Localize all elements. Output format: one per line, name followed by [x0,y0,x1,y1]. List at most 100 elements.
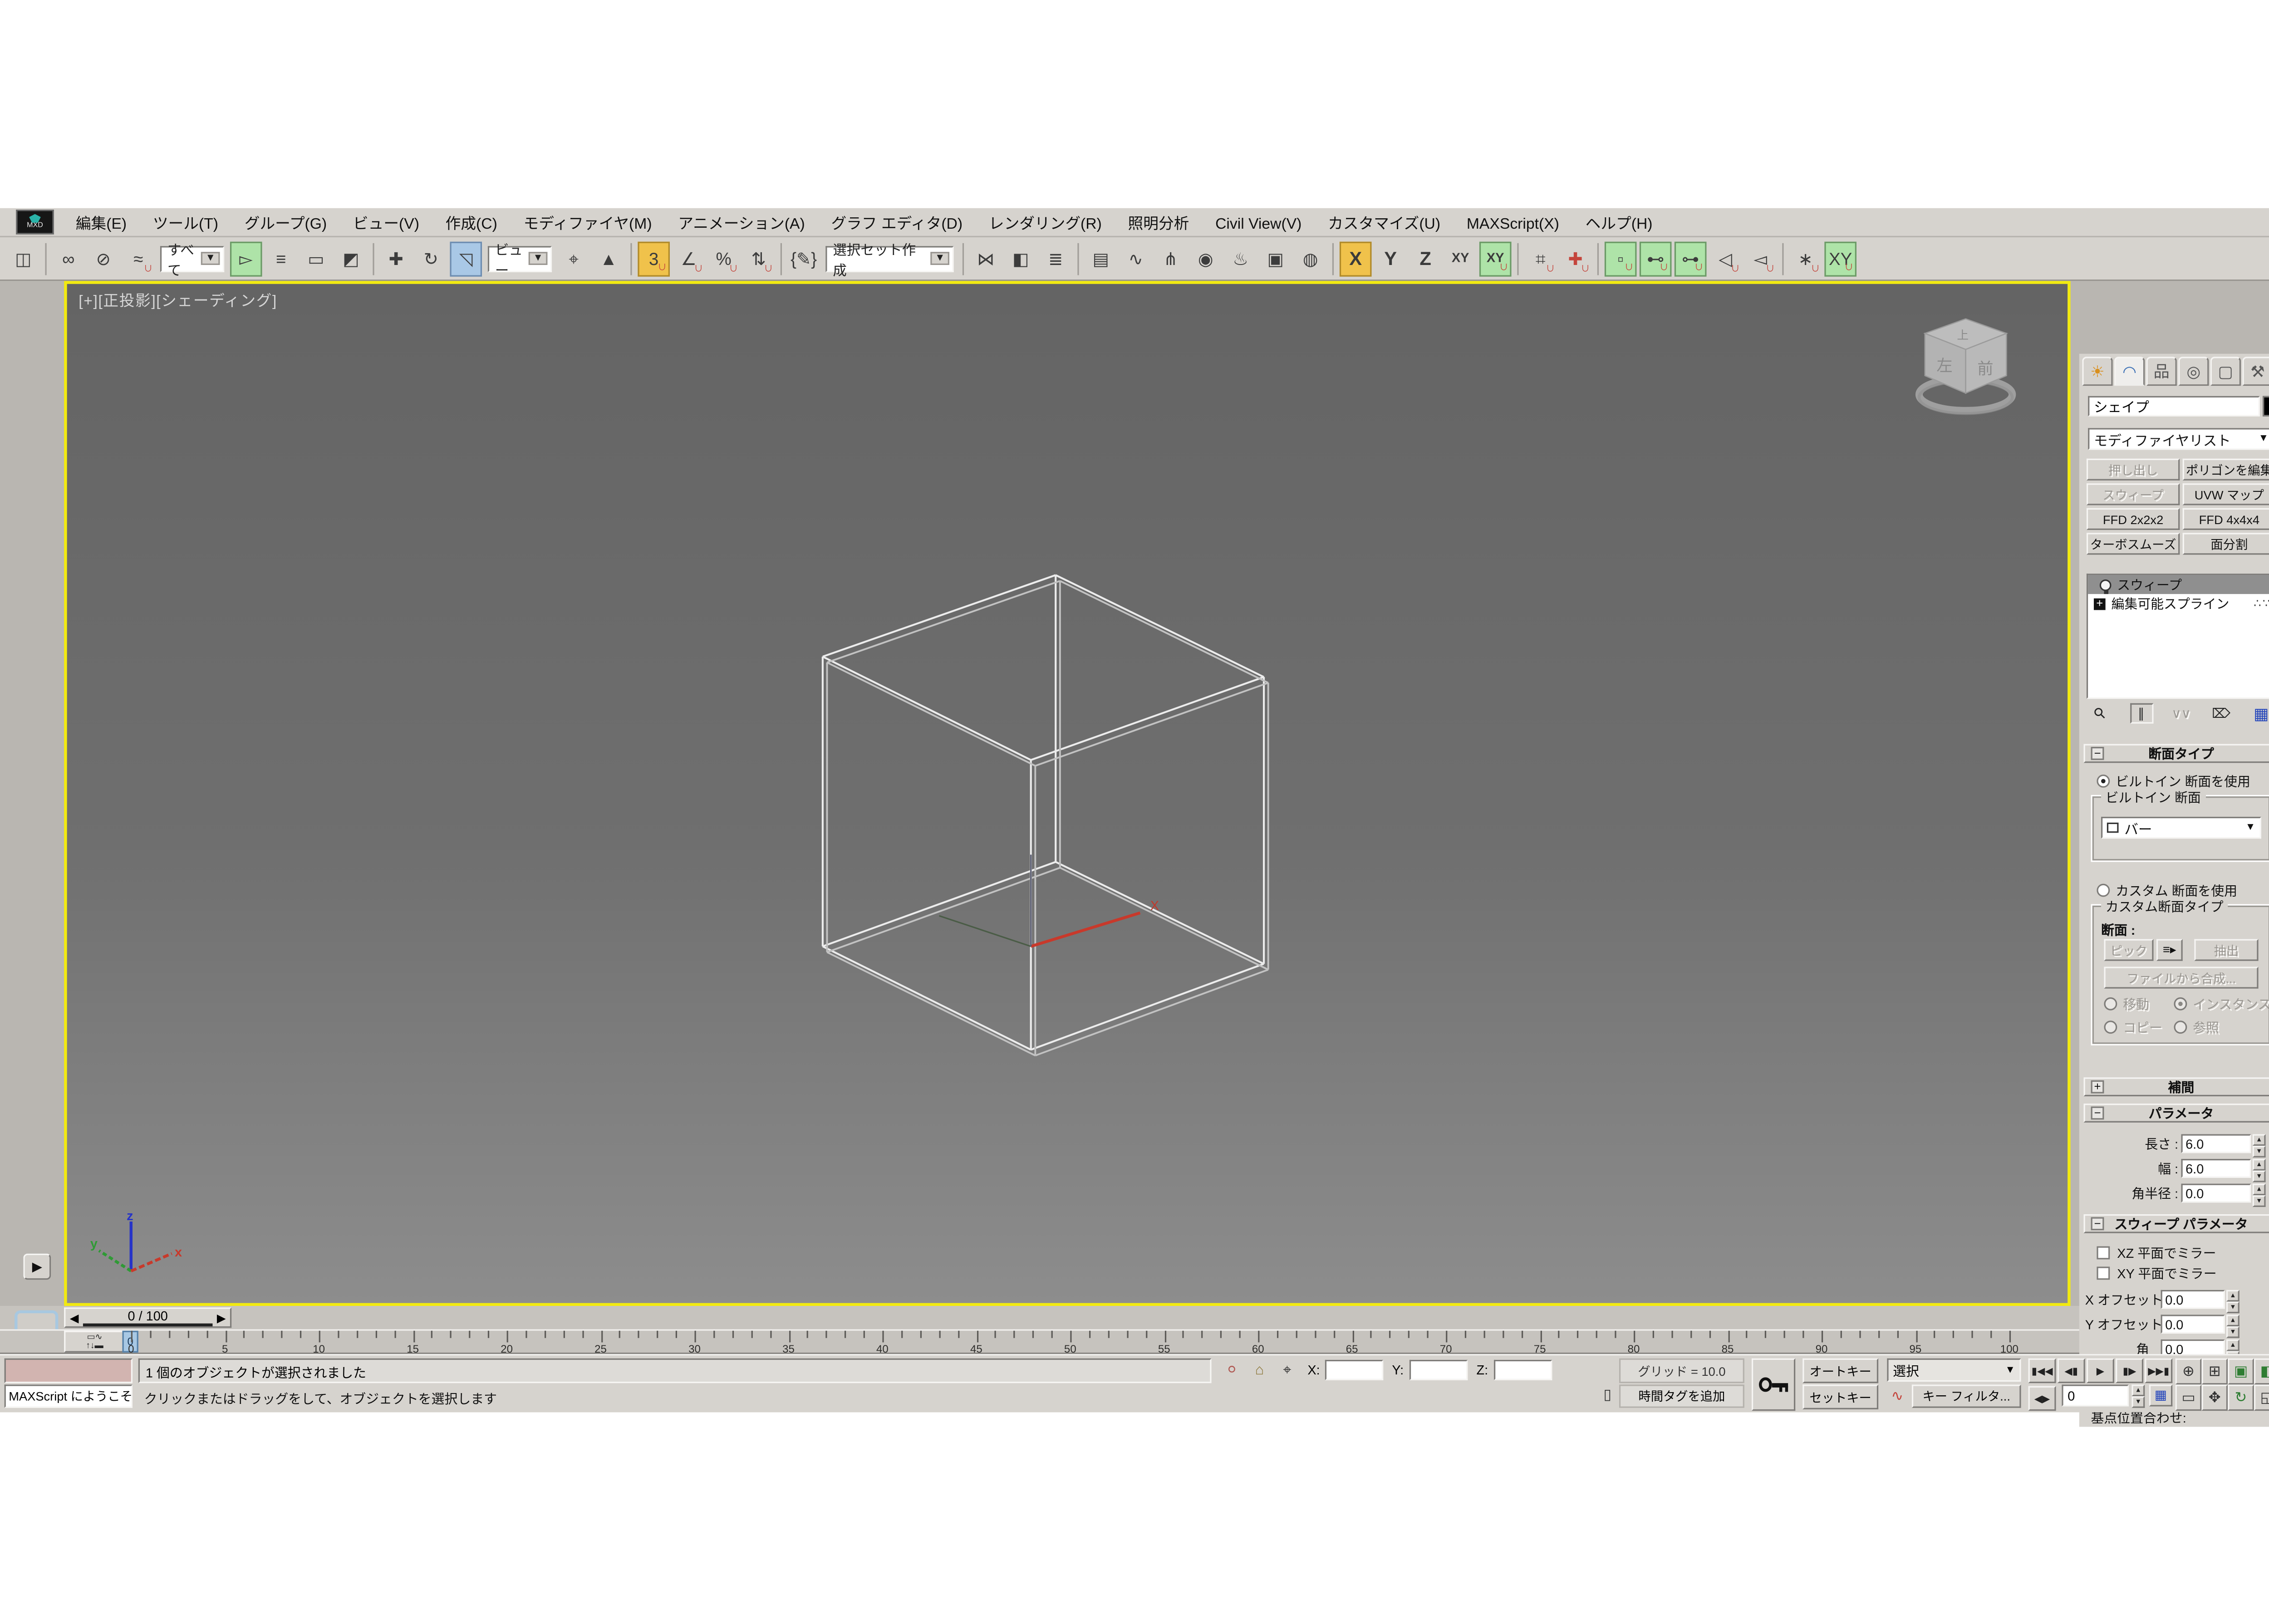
radio-move[interactable]: 移動 [2104,994,2149,1013]
menu-customize[interactable]: カスタマイズ(U) [1315,212,1454,235]
select-object-icon[interactable]: ▻ [230,241,262,276]
play-button[interactable]: ▶ [2087,1359,2114,1384]
frame-spinner[interactable]: ▲▼ [2131,1384,2145,1403]
schematic-view-icon[interactable]: ⋔ [1154,241,1187,276]
menu-rendering[interactable]: レンダリング(R) [976,212,1115,235]
next-frame-button[interactable]: ▮▶ [2116,1359,2143,1384]
select-and-rotate-icon[interactable]: ↻ [415,241,447,276]
snap-grid-points-icon[interactable]: ⌗∩ [1524,241,1557,276]
tab-motion[interactable]: ◎ [2178,357,2209,386]
isolate-lightbulb-icon[interactable]: ⚪ [1220,1360,1243,1382]
width-field[interactable]: 6.0 [2181,1159,2251,1178]
render-production-icon[interactable]: ◍ [1294,241,1326,276]
menu-civil-view[interactable]: Civil View(V) [1202,212,1315,235]
select-by-name-icon[interactable]: ≡ [265,241,297,276]
menu-maxscript[interactable]: MAXScript(X) [1454,212,1572,235]
radio-instance[interactable]: インスタンス [2174,994,2269,1013]
next-frame-arrow-icon[interactable]: ▶ [212,1309,230,1327]
prev-frame-arrow-icon[interactable]: ◀ [65,1309,83,1327]
layer-manager-icon[interactable]: ≣ [1040,241,1072,276]
menu-edit[interactable]: 編集(E) [63,212,140,235]
radio-reference[interactable]: 参照 [2174,1018,2219,1037]
reference-coordinate-system-select[interactable]: ビュー▼ [488,245,552,272]
x-offset-field[interactable]: 0.0 [2161,1290,2225,1309]
zoom-all-icon[interactable]: ⊞ [2201,1359,2228,1385]
modbtn-sweep[interactable]: スウィープ [2087,483,2180,505]
track-bar[interactable]: ▭∿ ↑↓▬ 0 0510152025303540455055606570758… [0,1329,2079,1354]
zoom-extents-all-icon[interactable]: ◧ [2254,1359,2269,1385]
prev-frame-button[interactable]: ◀▮ [2058,1359,2085,1384]
axis-constraint-xy-planar-toggle[interactable]: XY∩ [1479,241,1512,276]
stack-item-editable-spline[interactable]: + 編集可能スプライン ∴∵ [2088,594,2269,613]
menu-graph-editors[interactable]: グラフ エディタ(D) [818,212,976,235]
pick-by-list-icon[interactable]: ≡▸ [2156,939,2183,961]
rectangular-selection-region-icon[interactable]: ▭ [300,241,332,276]
modbtn-extrude[interactable]: 押し出し [2087,459,2180,481]
time-configuration-icon[interactable]: ▦ [2149,1384,2172,1406]
time-ruler[interactable]: 0 05101520253035404550556065707580859095… [125,1331,2071,1353]
material-editor-icon[interactable]: ◉ [1189,241,1222,276]
current-frame-field[interactable] [2062,1384,2129,1406]
mirror-xy-checkbox[interactable]: XY 平面でミラー [2097,1264,2216,1283]
stack-item-sweep[interactable]: スウィープ [2088,575,2269,594]
toggle-layer-explorer-icon[interactable]: ▤ [1085,241,1117,276]
curve-editor-icon[interactable]: ∿ [1120,241,1152,276]
modbtn-turbosmooth[interactable]: ターボスムーズ [2087,533,2180,554]
percent-snap-icon[interactable]: %∩ [707,241,740,276]
width-spinner[interactable]: ▲▼ [2253,1159,2266,1178]
menu-animation[interactable]: アニメーション(A) [665,212,818,235]
rendered-frame-window-icon[interactable]: ▣ [1259,241,1292,276]
toggle-key-mode-button[interactable] [1752,1359,1795,1411]
lock-stack-icon[interactable]: ∥ [2130,703,2153,724]
tab-display[interactable]: ▢ [2210,357,2241,386]
y-offset-field[interactable]: 0.0 [2161,1315,2225,1334]
tab-utilities[interactable]: ⚒ [2242,357,2269,386]
goto-end-button[interactable]: ▶▶▮ [2145,1359,2172,1384]
use-pivot-center-icon[interactable]: ⌖ [558,241,590,276]
maxscript-mini-listener-white[interactable]: MAXScript にようこそ [5,1384,133,1408]
snap-frozen-icon[interactable]: ∗∩ [1789,241,1822,276]
rollout-section-type-header[interactable]: − 断面タイプ [2084,744,2269,763]
object-name-field[interactable] [2088,396,2260,417]
tab-modify[interactable]: ◠ [2114,357,2145,386]
edit-named-selection-sets-icon[interactable]: {✎} [788,241,820,276]
select-and-scale-icon[interactable]: ◹ [450,241,482,276]
length-field[interactable]: 6.0 [2181,1134,2251,1153]
tab-hierarchy[interactable]: 品 [2146,357,2176,386]
time-slider-grip[interactable]: ◀ 0 / 100 ▶ [64,1307,231,1328]
open-mini-listener-button[interactable]: ▶ [23,1254,51,1280]
rollout-parameters-header[interactable]: − パラメータ [2084,1104,2269,1123]
remove-modifier-icon[interactable]: ⌦ [2210,703,2233,724]
x-offset-spinner[interactable]: ▲▼ [2226,1290,2240,1309]
key-mode-toggle[interactable]: ◀▶ [2028,1386,2056,1411]
application-logo[interactable]: MXD [16,210,54,235]
snap-endpoint-icon[interactable]: ⊷∩ [1640,241,1672,276]
active-viewport[interactable]: [+][正投影][シェーディング] X [64,281,2070,1306]
zoom-extents-icon[interactable]: ▣ [2228,1359,2254,1385]
snap-vertex-icon[interactable]: ▫∩ [1605,241,1637,276]
modbtn-ffd2[interactable]: FFD 2x2x2 [2087,508,2180,530]
menu-lighting-analysis[interactable]: 照明分析 [1115,212,1203,235]
x-coord-field[interactable] [1325,1360,1383,1380]
axis-constraint-xy-toggle[interactable]: XY [1444,241,1477,276]
snap-midpoint-icon[interactable]: ⊶∩ [1675,241,1707,276]
maxscript-mini-listener-pink[interactable] [5,1359,133,1384]
snap-face-icon[interactable]: ◁∩ [1709,241,1742,276]
viewcube[interactable]: 上 左 前 [1910,310,2027,423]
corner-radius-spinner[interactable]: ▲▼ [2253,1184,2266,1203]
key-set-dropdown[interactable]: 選択 ▼ [1887,1359,2021,1382]
menu-help[interactable]: ヘルプ(H) [1572,212,1666,235]
add-time-tag-button[interactable]: 時間タグを追加 [1619,1384,1744,1408]
select-and-manipulate-icon[interactable]: ▲ [593,241,625,276]
axis-constraint-z-toggle[interactable]: Z [1410,241,1442,276]
pan-icon[interactable]: ✥ [2201,1384,2228,1411]
auto-key-button[interactable]: オートキー [1802,1359,1878,1384]
goto-start-button[interactable]: ▮◀◀ [2028,1359,2056,1384]
unlink-selection-icon[interactable]: ⊘ [88,241,120,276]
extract-button[interactable]: 抽出 [2194,939,2258,961]
zoom-icon[interactable]: ⊕ [2176,1359,2202,1385]
show-end-result-icon[interactable]: ∨∨ [2170,703,2193,724]
set-key-button[interactable]: セットキー [1802,1384,1878,1409]
menu-views[interactable]: ビュー(V) [340,212,432,235]
menu-tools[interactable]: ツール(T) [140,212,231,235]
